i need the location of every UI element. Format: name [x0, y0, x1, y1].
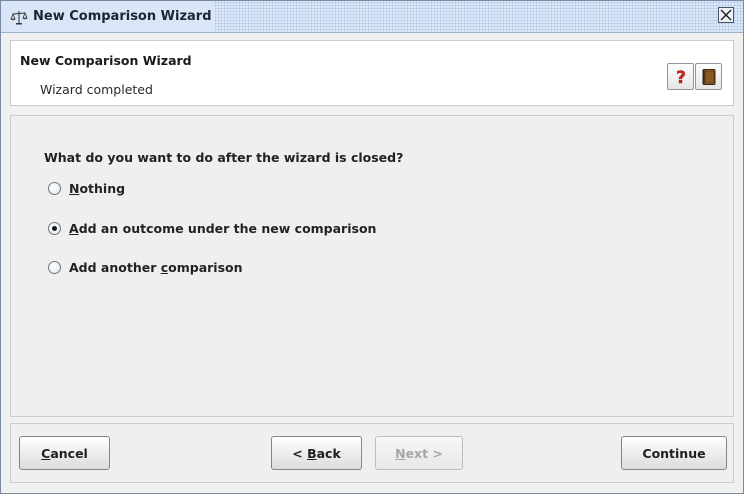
radio-nothing[interactable] — [48, 181, 61, 195]
manual-button[interactable] — [695, 63, 722, 90]
close-button[interactable] — [718, 7, 734, 23]
option-add-comparison-label: Add another comparison — [69, 259, 243, 275]
book-icon — [702, 69, 716, 85]
cancel-button[interactable]: Cancel — [19, 436, 110, 470]
question-label: What do you want to do after the wizard … — [44, 150, 404, 165]
back-button[interactable]: < Back — [271, 436, 362, 470]
option-nothing[interactable]: Nothing — [48, 179, 125, 197]
close-icon — [720, 9, 732, 21]
next-button[interactable]: Next > — [375, 436, 463, 470]
window-title: New Comparison Wizard — [33, 9, 212, 24]
radio-add-outcome[interactable] — [48, 221, 61, 235]
option-add-outcome-label: Add an outcome under the new comparison — [69, 220, 377, 236]
help-button[interactable]: ? — [667, 63, 694, 90]
svg-text:?: ? — [676, 68, 686, 86]
help-icon: ? — [676, 68, 686, 86]
radio-add-comparison[interactable] — [48, 260, 61, 274]
wizard-footer: Cancel < Back Next > Continue — [10, 423, 734, 483]
option-add-comparison[interactable]: Add another comparison — [48, 258, 243, 276]
wizard-window: New Comparison Wizard New Comparison Wiz… — [0, 0, 744, 494]
wizard-content: What do you want to do after the wizard … — [10, 115, 734, 417]
header-title: New Comparison Wizard — [20, 53, 192, 68]
option-add-outcome[interactable]: Add an outcome under the new comparison — [48, 219, 376, 237]
wizard-header: New Comparison Wizard Wizard completed ? — [10, 40, 734, 106]
continue-button[interactable]: Continue — [621, 436, 727, 470]
title-bar[interactable]: New Comparison Wizard — [1, 1, 743, 33]
option-nothing-label: Nothing — [69, 180, 126, 196]
scales-icon — [10, 9, 28, 25]
header-subtitle: Wizard completed — [40, 82, 153, 97]
